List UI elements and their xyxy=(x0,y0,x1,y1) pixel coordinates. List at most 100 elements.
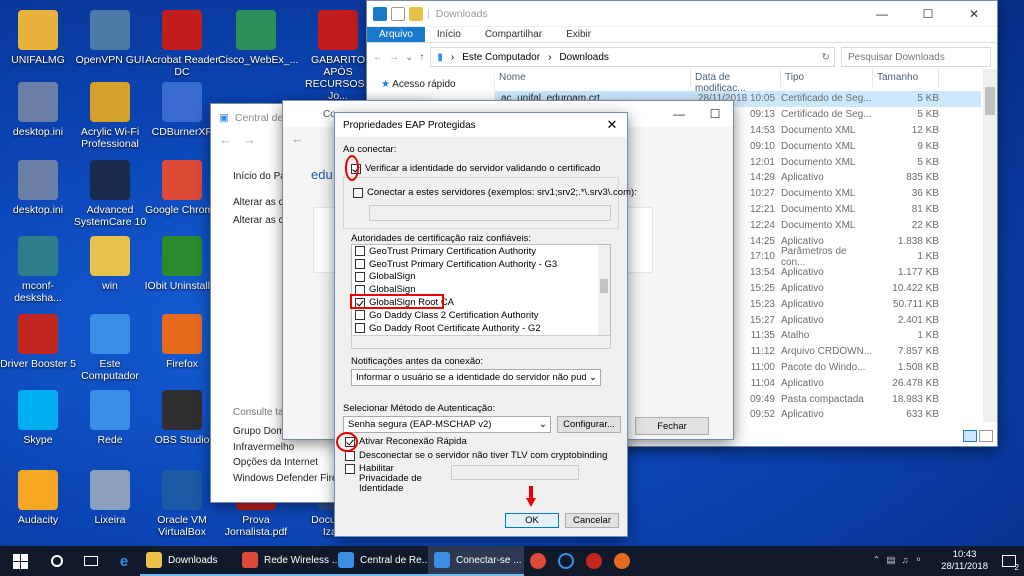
firefox-taskbar-button[interactable] xyxy=(608,546,636,576)
horizontal-scrollbar[interactable] xyxy=(351,335,611,349)
ca-list-scrollbar[interactable] xyxy=(598,245,610,335)
disconnect-tlv-checkbox[interactable]: Desconectar se o servidor não tiver TLV … xyxy=(345,450,607,461)
scroll-thumb[interactable] xyxy=(600,279,608,293)
up-arrow-icon[interactable]: ↑ xyxy=(419,52,424,63)
desktop-icon-skype-icon[interactable]: Skype xyxy=(0,390,76,446)
ccleaner-taskbar-button[interactable] xyxy=(552,546,580,576)
taskbar-app-button[interactable]: Rede Wireless ... xyxy=(236,546,340,576)
col-name[interactable]: Nome xyxy=(495,69,691,87)
forward-arrow-icon[interactable]: → xyxy=(389,52,399,63)
checkbox-icon[interactable] xyxy=(355,271,365,282)
desktop-icon-firefox-icon[interactable]: Firefox xyxy=(144,314,220,370)
desktop-icon-openvpn-icon[interactable]: OpenVPN GUI xyxy=(72,10,148,66)
checkbox-icon[interactable] xyxy=(391,6,405,21)
desktop-icon-network-icon[interactable]: Rede xyxy=(72,390,148,446)
vertical-scrollbar[interactable] xyxy=(983,69,997,422)
tab-inicio[interactable]: Início xyxy=(425,27,473,42)
desktop-icon-computer-icon[interactable]: Este Computador xyxy=(72,314,148,382)
scroll-thumb[interactable] xyxy=(985,87,995,115)
desktop-icon-driver-booster-icon[interactable]: Driver Booster 5 xyxy=(0,314,76,370)
checkbox-icon[interactable] xyxy=(353,187,363,198)
ca-list-item[interactable]: GeoTrust Primary Certification Authority xyxy=(352,245,610,258)
maximize-button[interactable]: ☐ xyxy=(697,101,733,127)
checkbox-icon[interactable] xyxy=(345,464,355,474)
close-button[interactable]: Fechar xyxy=(635,417,709,435)
col-date[interactable]: Data de modificaç... xyxy=(691,69,781,94)
configure-button[interactable]: Configurar... xyxy=(557,416,621,433)
tab-compartilhar[interactable]: Compartilhar xyxy=(473,27,554,42)
desktop-icon-obs-icon[interactable]: OBS Studio xyxy=(144,390,220,446)
minimize-button[interactable]: — xyxy=(661,101,697,127)
back-arrow-icon[interactable]: ← xyxy=(219,132,232,147)
checkbox-icon[interactable] xyxy=(355,259,365,270)
taskbar-app-button[interactable]: Downloads xyxy=(140,546,236,576)
desktop-icon-file-icon[interactable]: desktop.ini xyxy=(0,82,76,138)
desktop-icon-pdf-icon[interactable]: GABARITO APÓS RECURSOS - Jo... xyxy=(300,10,376,102)
search-input[interactable]: Pesquisar Downloads xyxy=(841,47,991,67)
desktop-icon-virtualbox-icon[interactable]: Oracle VM VirtualBox xyxy=(144,470,220,538)
desktop-icon-folder-icon[interactable]: win xyxy=(72,236,148,292)
close-button[interactable]: ✕ xyxy=(951,1,997,27)
ca-list-item[interactable]: GeoTrust Primary Certification Authority… xyxy=(352,258,610,271)
desktop-icon-cdburner-icon[interactable]: CDBurnerXP xyxy=(144,82,220,138)
quick-access-icon[interactable] xyxy=(373,6,387,21)
link-defender-firewall[interactable]: Windows Defender Firew xyxy=(233,471,345,487)
edge-button[interactable]: e xyxy=(108,546,140,576)
taskbar-app-button[interactable]: Central de Re... xyxy=(332,546,430,576)
forward-arrow-icon[interactable]: → xyxy=(243,132,256,147)
identity-privacy-checkbox[interactable]: Habilitar Privacidade de Identidade xyxy=(345,464,445,494)
servers-input[interactable] xyxy=(369,205,611,221)
details-view-icon[interactable] xyxy=(963,430,977,442)
chrome-taskbar-button[interactable] xyxy=(524,546,552,576)
back-arrow-icon[interactable]: ← xyxy=(291,131,304,146)
checkbox-icon[interactable] xyxy=(355,310,365,321)
link-infrared[interactable]: Infravermelho xyxy=(233,440,345,456)
col-size[interactable]: Tamanho xyxy=(873,69,939,87)
tiles-view-icon[interactable] xyxy=(979,430,993,442)
checkbox-icon[interactable] xyxy=(345,450,355,461)
chevron-down-icon[interactable]: ⌄ xyxy=(405,52,413,63)
desktop-icon-uninstaller-icon[interactable]: IObit Uninstaller xyxy=(144,236,220,292)
notif-select[interactable]: Informar o usuário se a identidade do se… xyxy=(351,369,601,386)
desktop-icon-systemcare-icon[interactable]: Advanced SystemCare 10 xyxy=(72,160,148,228)
breadcrumb-downloads[interactable]: Downloads xyxy=(559,52,608,63)
desktop-icon-webex-icon[interactable]: Cisco_WebEx_... xyxy=(218,10,298,66)
search-button[interactable] xyxy=(40,546,74,576)
checkbox-icon[interactable] xyxy=(355,246,365,257)
address-path[interactable]: ▮ › Este Computador › Downloads ↻ xyxy=(430,47,835,67)
desktop-icon-recycle-bin-icon[interactable]: Lixeira xyxy=(72,470,148,526)
desktop-icon-acrobat-icon[interactable]: Acrobat Reader DC xyxy=(144,10,220,78)
connect-servers-checkbox[interactable]: Conectar a estes servidores (exemplos: s… xyxy=(353,187,637,198)
ok-button[interactable]: OK xyxy=(505,513,559,528)
desktop-icon-mconf-icon[interactable]: mconf-desksha... xyxy=(0,236,76,304)
col-type[interactable]: Tipo xyxy=(781,69,873,87)
dialog-titlebar[interactable]: Propriedades EAP Protegidas ✕ xyxy=(335,113,627,137)
maximize-button[interactable]: ☐ xyxy=(905,1,951,27)
clock[interactable]: ⌃▤♫⚬ 10:43 28/11/2018 xyxy=(872,549,994,573)
anonymous-identity-input[interactable] xyxy=(451,465,579,480)
tab-arquivo[interactable]: Arquivo xyxy=(367,27,425,42)
explorer-titlebar[interactable]: | Downloads — ☐ ✕ xyxy=(367,1,997,27)
taskbar-app-button[interactable]: Conectar-se ... xyxy=(428,546,524,576)
minimize-button[interactable]: — xyxy=(859,1,905,27)
ca-list-item[interactable]: GlobalSign xyxy=(352,271,610,284)
desktop-icon-file-icon[interactable]: desktop.ini xyxy=(0,160,76,216)
verify-cert-checkbox[interactable]: Verificar a identidade do servidor valid… xyxy=(351,163,601,174)
auth-method-select[interactable]: Senha segura (EAP-MSCHAP v2) ⌄ xyxy=(343,416,551,433)
ca-list-item[interactable]: Go Daddy Class 2 Certification Authority xyxy=(352,309,610,322)
ca-list-item[interactable]: Go Daddy Root Certificate Authority - G2 xyxy=(352,322,610,335)
checkbox-icon[interactable] xyxy=(355,323,365,334)
cancel-button[interactable]: Cancelar xyxy=(565,513,619,528)
desktop-icon-acrylic-icon[interactable]: Acrylic Wi-Fi Professional xyxy=(72,82,148,150)
ca-list[interactable]: GeoTrust Primary Certification Authority… xyxy=(351,244,611,336)
refresh-icon[interactable]: ↻ xyxy=(822,52,830,63)
desktop-icon-audacity-icon[interactable]: Audacity xyxy=(0,470,76,526)
back-arrow-icon[interactable]: ← xyxy=(373,52,383,63)
start-button[interactable] xyxy=(0,546,40,576)
link-internet-options[interactable]: Opções da Internet xyxy=(233,455,345,471)
breadcrumb-computer[interactable]: Este Computador xyxy=(462,52,540,63)
action-center-button[interactable]: 2 xyxy=(994,546,1024,576)
close-icon[interactable]: ✕ xyxy=(597,117,627,133)
nav-item-quick-access[interactable]: ★ Acesso rápido xyxy=(367,73,494,96)
driver-booster-taskbar-button[interactable] xyxy=(580,546,608,576)
